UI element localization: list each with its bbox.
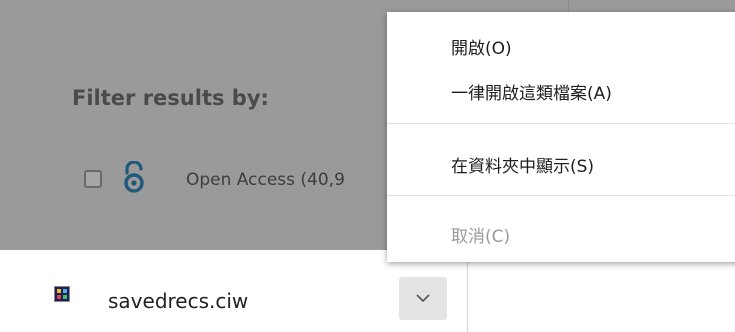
menu-item-open[interactable]: 開啟(O) [451, 34, 512, 59]
menu-separator [387, 195, 735, 196]
filter-title: Filter results by: [72, 86, 269, 110]
panel-divider [568, 0, 569, 12]
file-type-icon [54, 286, 70, 302]
menu-item-always-open[interactable]: 一律開啟這類檔案(A) [451, 79, 612, 104]
menu-separator [387, 123, 735, 124]
download-file-name[interactable]: savedrecs.ciw [108, 289, 248, 313]
download-bar-divider [467, 250, 468, 332]
download-context-menu: 開啟(O) 一律開啟這類檔案(A) 在資料夾中顯示(S) 取消(C) [387, 12, 735, 262]
open-access-checkbox[interactable] [84, 170, 102, 188]
chevron-down-icon [416, 294, 430, 303]
download-options-button[interactable] [399, 277, 447, 320]
menu-item-cancel[interactable]: 取消(C) [451, 222, 510, 247]
open-access-label: Open Access (40,9 [186, 170, 345, 190]
open-access-icon [124, 161, 144, 193]
menu-item-show-in-folder[interactable]: 在資料夾中顯示(S) [451, 152, 594, 177]
